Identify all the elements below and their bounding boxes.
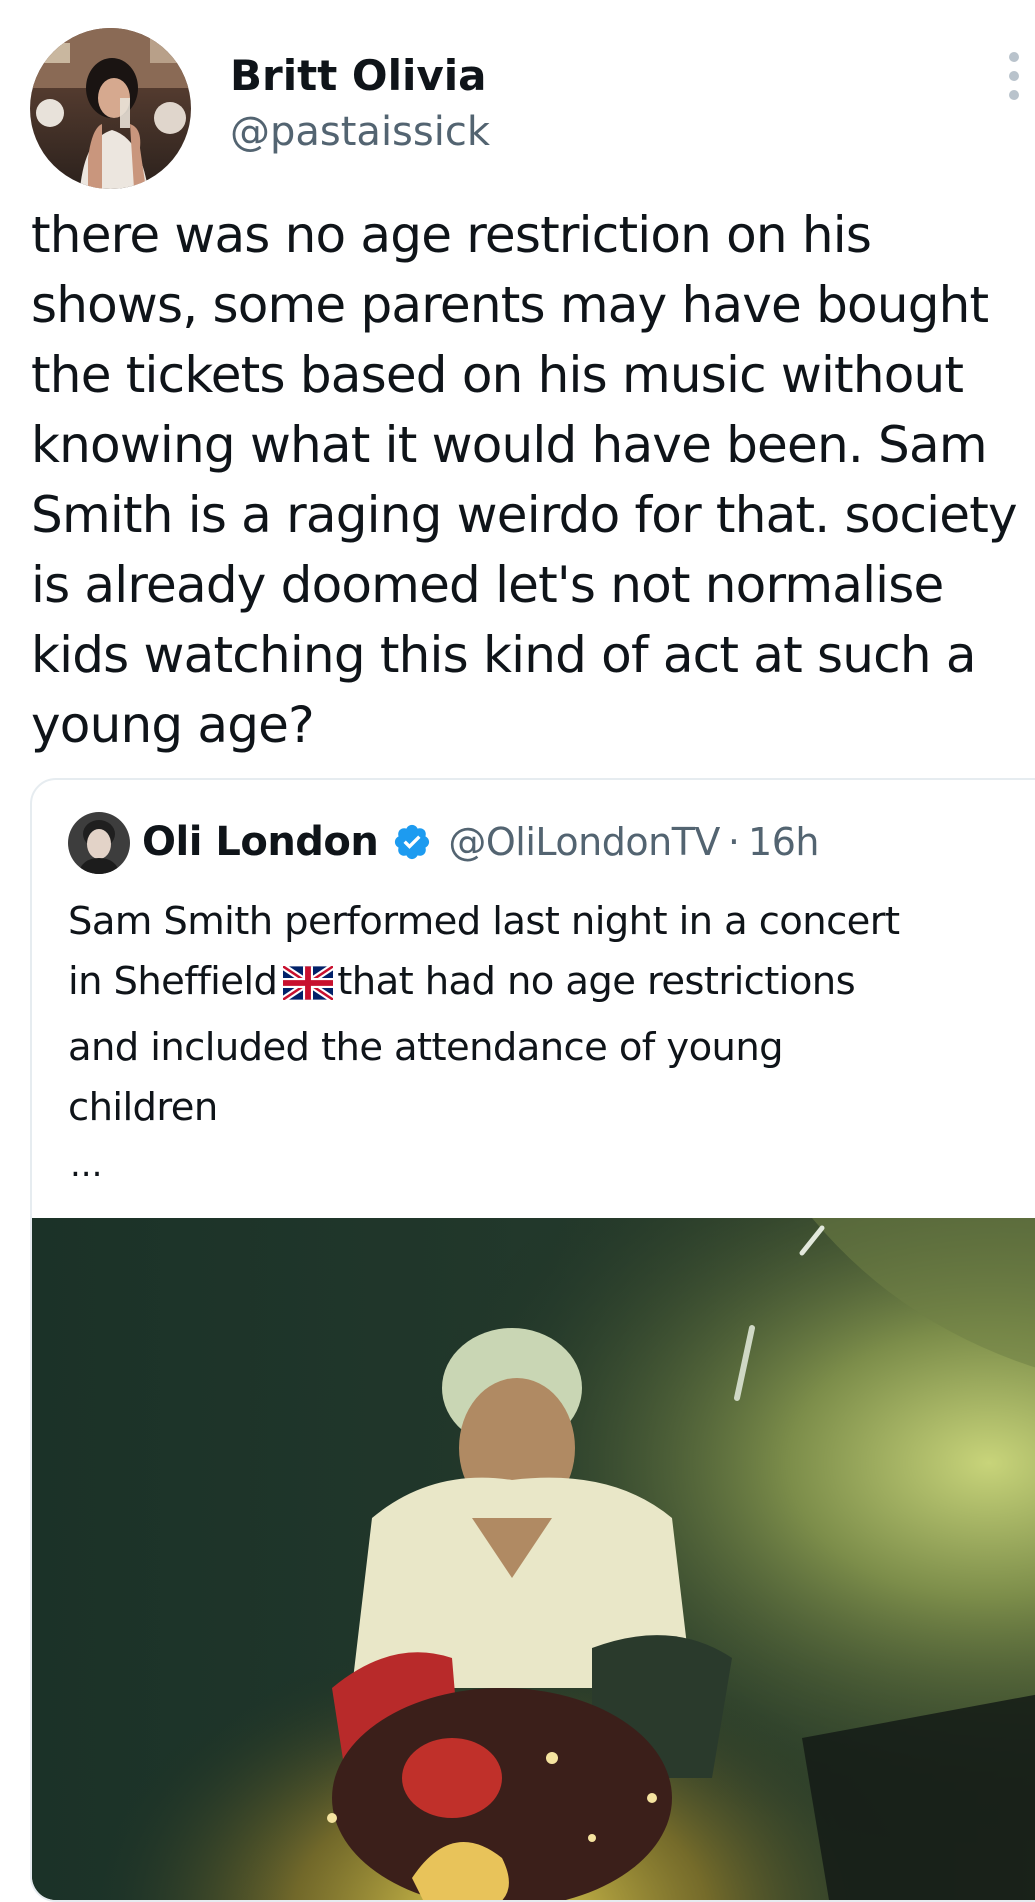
quote-author-avatar[interactable]: [68, 812, 130, 874]
author-handle[interactable]: @pastaissick: [230, 106, 490, 158]
verified-badge-icon: [392, 822, 432, 862]
quote-text: Sam Smith performed last night in a conc…: [68, 892, 1028, 1138]
tweet-text-line: knowing what it would have been. Sam: [31, 416, 988, 474]
quote-author-display-name[interactable]: Oli London: [142, 819, 379, 865]
quote-text-line: in Sheffield: [68, 959, 278, 1004]
tweet-text: there was no age restriction on his show…: [31, 200, 1031, 760]
quoted-tweet-card[interactable]: Oli London @OliLondonTV · 16h Sam Smith …: [30, 778, 1035, 1902]
quote-timestamp[interactable]: 16h: [748, 820, 819, 864]
quote-text-line: and included the attendance of young: [68, 1025, 784, 1070]
quote-author-handle[interactable]: @OliLondonTV: [448, 820, 720, 864]
tweet-text-line: shows, some parents may have bought: [31, 276, 989, 334]
more-dot: [1009, 71, 1019, 81]
video-thumbnail-image: [32, 1218, 1035, 1900]
tweet-text-line: kids watching this kind of act at such a: [31, 626, 976, 684]
more-vertical-icon[interactable]: [998, 52, 1030, 100]
uk-flag-icon: [281, 958, 336, 1018]
video-thumbnail[interactable]: [32, 1218, 1035, 1900]
tweet-text-line: there was no age restriction on his: [31, 206, 872, 264]
more-dot: [1009, 52, 1019, 62]
tweet-text-line: young age?: [31, 696, 315, 754]
quote-text-line: Sam Smith performed last night in a conc…: [68, 899, 900, 944]
tweet-text-line: Smith is a raging weirdo for that. socie…: [31, 486, 1018, 544]
quote-text-line: children: [68, 1085, 218, 1130]
tweet-text-line: the tickets based on his music without: [31, 346, 964, 404]
more-dot: [1009, 90, 1019, 100]
quote-separator: ·: [727, 820, 741, 864]
author-avatar-image: [30, 28, 191, 189]
quote-author-avatar-image: [68, 812, 130, 874]
quote-truncation: ...: [70, 1145, 103, 1185]
author-display-name[interactable]: Britt Olivia: [230, 50, 487, 102]
quote-text-line: that had no age restrictions: [337, 959, 856, 1004]
tweet-text-line: is already doomed let's not normalise: [31, 556, 944, 614]
quote-header: Oli London @OliLondonTV · 16h: [142, 810, 819, 874]
author-avatar[interactable]: [30, 28, 191, 189]
